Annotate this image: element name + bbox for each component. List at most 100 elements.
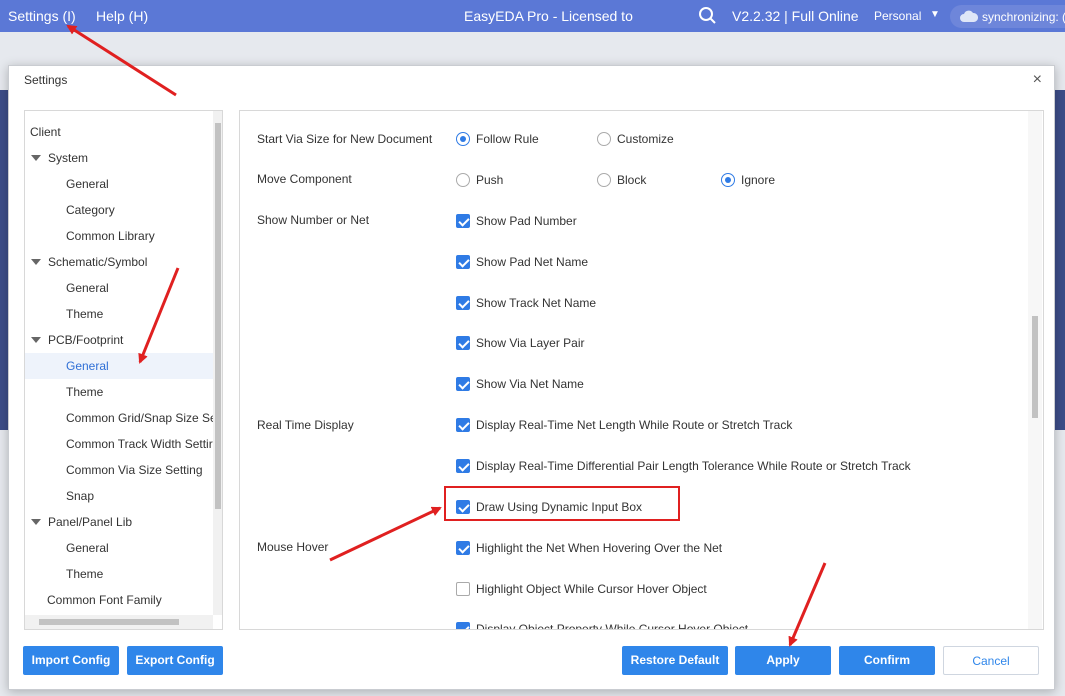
tree-item-schematic-general[interactable]: General — [25, 275, 213, 301]
via-size-label: Start Via Size for New Document — [257, 132, 433, 146]
checkbox-highlight-object-hover[interactable]: Highlight Object While Cursor Hover Obje… — [456, 582, 707, 596]
tree-item-pcb-footprint[interactable]: PCB/Footprint — [25, 327, 213, 353]
tree-item-schematic-theme[interactable]: Theme — [25, 301, 213, 327]
tree-item-label: General — [66, 281, 109, 295]
option-label: Show Via Net Name — [476, 377, 584, 391]
checkbox-show-track-net-name[interactable]: Show Track Net Name — [456, 296, 596, 310]
workspace-selector[interactable]: Personal — [874, 9, 921, 23]
checkbox-highlight-net-hover[interactable]: Highlight the Net When Hovering Over the… — [456, 541, 722, 555]
checkbox-checked-icon[interactable] — [456, 336, 470, 350]
checkbox-show-via-net-name[interactable]: Show Via Net Name — [456, 377, 584, 391]
tree-item-panel-general[interactable]: General — [25, 535, 213, 561]
expand-caret-icon[interactable] — [31, 519, 41, 525]
tree-item-label: General — [66, 541, 109, 555]
tree-horizontal-scrollbar[interactable] — [25, 615, 213, 629]
content-vertical-scrollbar[interactable] — [1028, 111, 1042, 629]
checkbox-checked-icon[interactable] — [456, 255, 470, 269]
tree-item-label: Theme — [66, 307, 104, 321]
apply-button[interactable]: Apply — [735, 646, 831, 675]
expand-caret-icon[interactable] — [31, 155, 41, 161]
radio-selected-icon[interactable] — [456, 132, 470, 146]
mouse-hover-label: Mouse Hover — [257, 540, 329, 554]
chevron-down-icon[interactable]: ▼ — [930, 9, 940, 20]
canvas-edge-right — [1055, 90, 1065, 430]
restore-default-button[interactable]: Restore Default — [622, 646, 728, 675]
checkbox-checked-icon[interactable] — [456, 214, 470, 228]
tree-item-common-font-family[interactable]: Common Font Family — [25, 587, 213, 613]
checkbox-unchecked-icon[interactable] — [456, 582, 470, 596]
radio-icon[interactable] — [456, 173, 470, 187]
tree-item-schematic-symbol[interactable]: Schematic/Symbol — [25, 249, 213, 275]
menu-help[interactable]: Help (H) — [96, 8, 148, 24]
tree-item-system[interactable]: System — [25, 145, 213, 171]
radio-block[interactable]: Block — [597, 173, 646, 187]
tree-item-label: Theme — [66, 385, 104, 399]
checkbox-checked-icon[interactable] — [456, 459, 470, 473]
export-config-button[interactable]: Export Config — [127, 646, 223, 675]
annotation-highlight-box — [444, 486, 680, 521]
tree-item-panel-lib[interactable]: Panel/Panel Lib — [25, 509, 213, 535]
scrollbar-thumb[interactable] — [1032, 316, 1038, 418]
radio-ignore[interactable]: Ignore — [721, 173, 775, 187]
checkbox-realtime-diff-pair[interactable]: Display Real-Time Differential Pair Leng… — [456, 459, 911, 473]
checkbox-checked-icon[interactable] — [456, 418, 470, 432]
tree-vertical-scrollbar[interactable] — [213, 111, 222, 615]
search-icon[interactable] — [698, 6, 718, 26]
cloud-sync-icon — [960, 9, 979, 23]
cancel-button[interactable]: Cancel — [943, 646, 1039, 675]
tree-item-category[interactable]: Category — [25, 197, 213, 223]
tree-item-via-size[interactable]: Common Via Size Setting — [25, 457, 213, 483]
tree-item-label: Common Via Size Setting — [66, 463, 203, 477]
option-label: Display Real-Time Net Length While Route… — [476, 418, 793, 432]
tree-item-label: Common Grid/Snap Size Se — [66, 411, 213, 425]
radio-icon[interactable] — [597, 132, 611, 146]
scrollbar-thumb[interactable] — [215, 123, 221, 509]
tree-item-panel-theme[interactable]: Theme — [25, 561, 213, 587]
tree-item-pcb-general[interactable]: General — [25, 353, 213, 379]
checkbox-checked-icon[interactable] — [456, 377, 470, 391]
tree-item-label: Client — [30, 125, 61, 139]
checkbox-realtime-net-length[interactable]: Display Real-Time Net Length While Route… — [456, 418, 792, 432]
settings-dialog: Settings × Client System General Categor… — [8, 65, 1055, 690]
option-label: Ignore — [741, 173, 776, 187]
tree-item-client[interactable]: Client — [25, 119, 213, 145]
sync-status-badge[interactable]: synchronizing: ( — [950, 5, 1065, 28]
radio-push[interactable]: Push — [456, 173, 503, 187]
expand-caret-icon[interactable] — [31, 337, 41, 343]
confirm-button[interactable]: Confirm — [839, 646, 935, 675]
option-label: Highlight the Net When Hovering Over the… — [476, 541, 723, 555]
radio-icon[interactable] — [597, 173, 611, 187]
version-label: V2.2.32 | Full Online — [732, 8, 859, 24]
scrollbar-thumb[interactable] — [39, 619, 179, 625]
option-label: Push — [476, 173, 504, 187]
settings-tree: Client System General Category Common Li… — [24, 110, 223, 630]
expand-caret-icon[interactable] — [31, 259, 41, 265]
option-label: Highlight Object While Cursor Hover Obje… — [476, 582, 707, 596]
tree-item-label: Theme — [66, 567, 104, 581]
tree-item-track-width[interactable]: Common Track Width Settir — [25, 431, 213, 457]
close-icon[interactable]: × — [1033, 71, 1042, 89]
menu-settings[interactable]: Settings (I) — [8, 8, 76, 24]
tree-item-system-general[interactable]: General — [25, 171, 213, 197]
option-label: Display Real-Time Differential Pair Leng… — [476, 459, 911, 473]
tree-item-pcb-theme[interactable]: Theme — [25, 379, 213, 405]
radio-customize[interactable]: Customize — [597, 132, 674, 146]
radio-follow-rule[interactable]: Follow Rule — [456, 132, 539, 146]
tree-item-label: Category — [66, 203, 115, 217]
checkbox-show-pad-net-name[interactable]: Show Pad Net Name — [456, 255, 588, 269]
radio-selected-icon[interactable] — [721, 173, 735, 187]
import-config-button[interactable]: Import Config — [23, 646, 119, 675]
option-label: Show Pad Number — [476, 214, 577, 228]
tree-item-common-library[interactable]: Common Library — [25, 223, 213, 249]
tree-item-label: Common Track Width Settir — [66, 437, 213, 451]
checkbox-show-pad-number[interactable]: Show Pad Number — [456, 214, 577, 228]
tree-item-label: PCB/Footprint — [48, 333, 124, 347]
checkbox-checked-icon[interactable] — [456, 541, 470, 555]
tree-item-grid-snap-size[interactable]: Common Grid/Snap Size Se — [25, 405, 213, 431]
checkbox-checked-icon[interactable] — [456, 296, 470, 310]
checkbox-checked-icon[interactable] — [456, 622, 470, 629]
checkbox-show-via-layer-pair[interactable]: Show Via Layer Pair — [456, 336, 585, 350]
checkbox-display-object-property[interactable]: Display Object Property While Cursor Hov… — [456, 622, 748, 629]
tree-item-label: Schematic/Symbol — [48, 255, 148, 269]
tree-item-snap[interactable]: Snap — [25, 483, 213, 509]
